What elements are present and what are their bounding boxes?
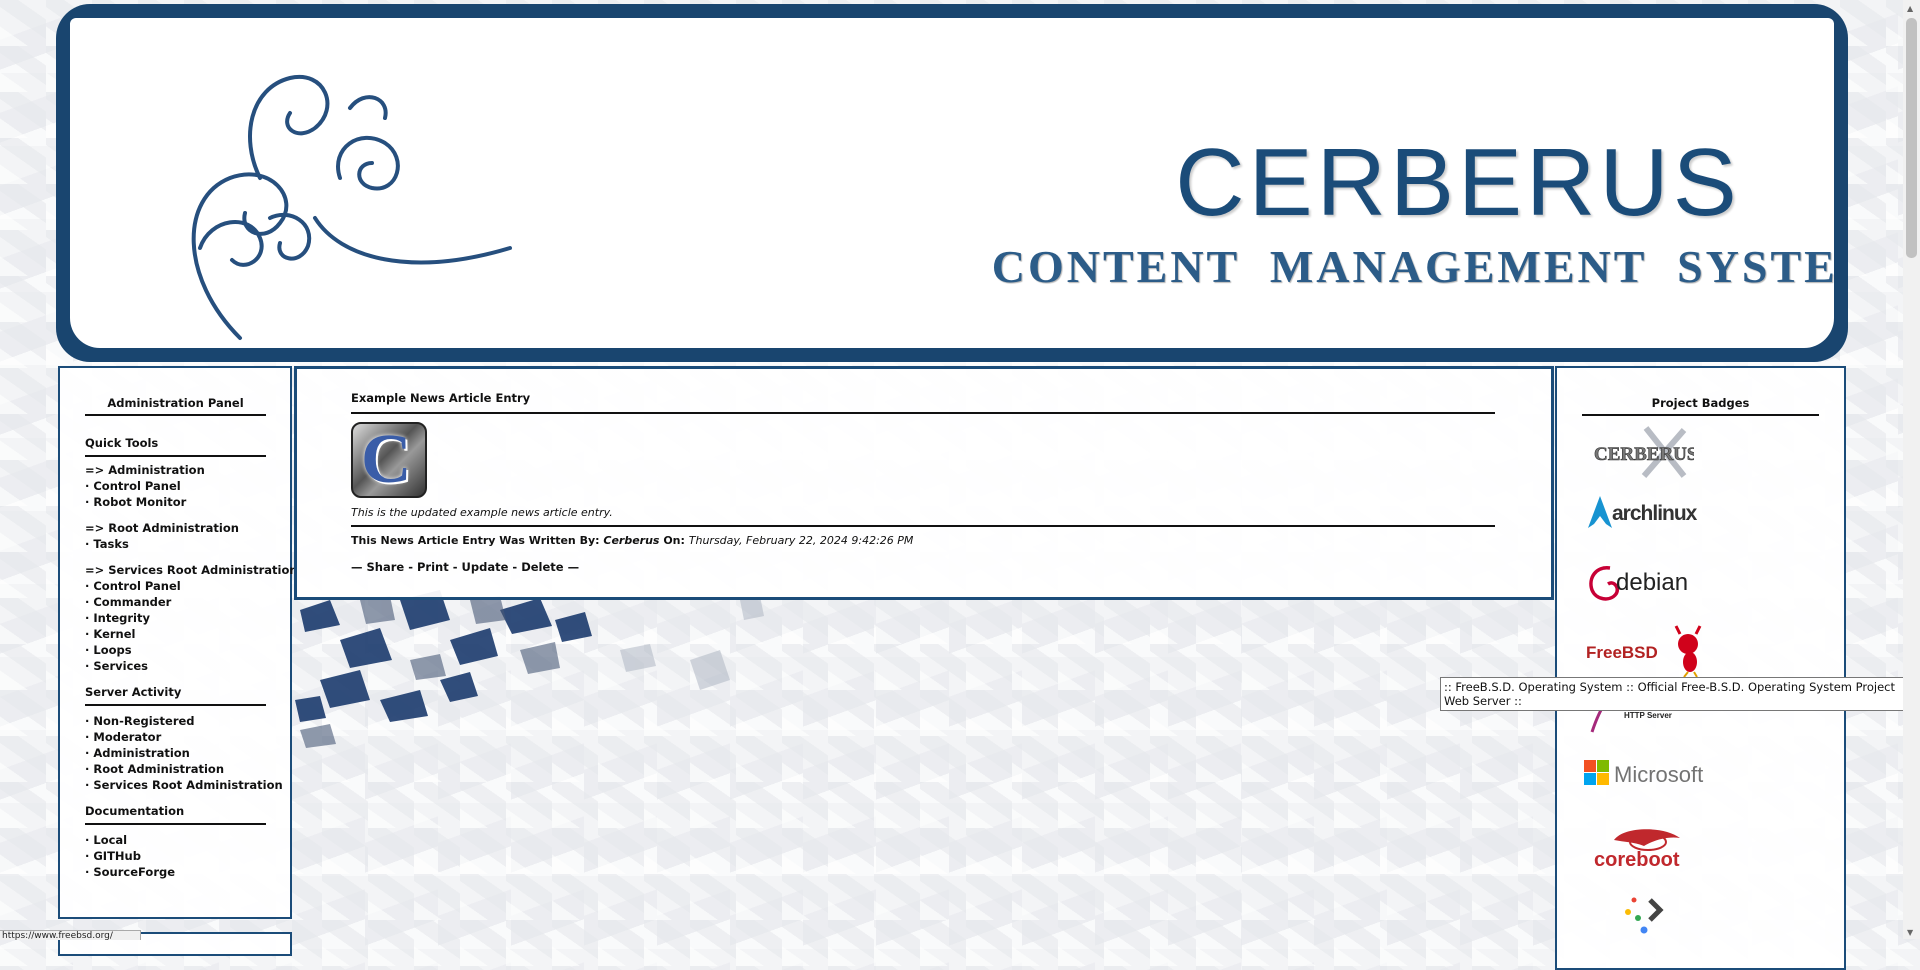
quick-tools-list: => Administration · Control Panel · Robo…: [85, 462, 298, 674]
project-badges-title: Project Badges: [1582, 396, 1819, 416]
server-activity-list: · Non-Registered · Moderator · Administr…: [85, 713, 290, 793]
scroll-up-icon[interactable]: ▲: [1907, 4, 1913, 13]
nav-link-local[interactable]: · Local: [85, 832, 290, 848]
coreboot-logo-icon: coreboot: [1594, 829, 1680, 871]
freebsd-logo-icon: FreeBSD: [1586, 625, 1702, 678]
article-date: Thursday, February 22, 2024 9:42:26 PM: [688, 534, 914, 547]
cerberus-badge-label: CERBERUS: [1594, 444, 1694, 465]
swirl-logo-icon: [191, 74, 512, 340]
microsoft-badge-label: Microsoft: [1614, 762, 1703, 787]
nav-link-github[interactable]: · GITHub: [85, 848, 290, 864]
archlinux-badge-label: archlinux: [1612, 502, 1698, 525]
nav-link-administration[interactable]: => Administration: [85, 462, 290, 478]
badge-coreboot[interactable]: coreboot: [1584, 820, 1714, 871]
sidebar-title: Administration Panel: [85, 396, 266, 416]
nav-link-loops[interactable]: · Loops: [85, 642, 290, 658]
freebsd-badge-label: FreeBSD: [1586, 643, 1658, 662]
badge-cerberus[interactable]: CERBERUS: [1584, 426, 1714, 478]
spacer: [85, 510, 290, 520]
badge-debian[interactable]: debian: [1584, 558, 1714, 608]
meta-on: On:: [663, 534, 685, 547]
badge-microsoft[interactable]: Microsoft: [1584, 752, 1714, 802]
article-actions: — Share - Print - Update - Delete —: [351, 560, 1495, 574]
badge-dots-arrow[interactable]: [1584, 888, 1714, 938]
nav-link-control-panel[interactable]: · Control Panel: [85, 478, 290, 494]
nav-link-services[interactable]: · Services: [85, 658, 290, 674]
nav-link-kernel[interactable]: · Kernel: [85, 626, 290, 642]
article-image: C: [351, 422, 427, 498]
site-banner: CERBERUS CONTENT MANAGEMENT SYSTEM: [56, 4, 1848, 362]
nav-link-activity-administration[interactable]: · Administration: [85, 745, 290, 761]
scroll-thumb[interactable]: [1906, 18, 1917, 258]
banner-title: CERBERUS: [1175, 129, 1741, 236]
spacer: [85, 552, 290, 562]
page-scrollbar[interactable]: ▲ ▼: [1903, 0, 1920, 939]
left-sidebar: Administration Panel Quick Tools => Admi…: [58, 366, 298, 919]
nav-link-root-administration[interactable]: => Root Administration: [85, 520, 290, 536]
share-link[interactable]: — Share -: [351, 560, 413, 574]
nav-link-sourceforge[interactable]: · SourceForge: [85, 864, 290, 880]
nav-link-tasks[interactable]: · Tasks: [85, 536, 290, 552]
nav-link-activity-root-administration[interactable]: · Root Administration: [85, 761, 290, 777]
cerberus-logo-icon: CERBERUS: [1594, 426, 1698, 478]
debian-logo-icon: debian: [1589, 566, 1688, 601]
article-title: Example News Article Entry: [351, 391, 1495, 414]
server-activity-heading: Server Activity: [85, 685, 266, 706]
apache-badge-label: HTTP Server: [1624, 711, 1672, 720]
article-body: This is the updated example news article…: [351, 506, 1495, 527]
cerberus-c-logo-icon: C: [361, 422, 412, 498]
documentation-list: · Local · GITHub · SourceForge: [85, 832, 290, 880]
right-sidebar: Project Badges CERBERUS archlinux debian…: [1555, 366, 1846, 970]
article-author[interactable]: Cerberus: [603, 534, 659, 547]
nav-link-services-control-panel[interactable]: · Control Panel: [85, 578, 290, 594]
nav-link-activity-services-root-administration[interactable]: · Services Root Administration: [85, 777, 290, 793]
nav-link-non-registered[interactable]: · Non-Registered: [85, 713, 290, 729]
badge-freebsd[interactable]: FreeBSD: [1584, 624, 1714, 678]
article-meta: This News Article Entry Was Written By: …: [351, 534, 1495, 547]
quick-tools-heading: Quick Tools: [85, 436, 266, 457]
scroll-down-icon[interactable]: ▼: [1907, 928, 1913, 937]
nav-link-services-root-administration[interactable]: => Services Root Administration: [85, 562, 298, 578]
nav-link-integrity[interactable]: · Integrity: [85, 610, 290, 626]
badge-tooltip: :: FreeB.S.D. Operating System :: Offici…: [1440, 677, 1920, 711]
coreboot-badge-label: coreboot: [1594, 849, 1680, 871]
update-link[interactable]: Update -: [462, 560, 518, 574]
print-link[interactable]: Print -: [417, 560, 458, 574]
main-content: Example News Article Entry C This is the…: [294, 366, 1554, 600]
archlinux-logo-icon: archlinux: [1588, 496, 1699, 528]
news-article: Example News Article Entry C This is the…: [351, 391, 1495, 574]
dots-arrow-logo-icon: [1625, 897, 1664, 934]
meta-prefix: This News Article Entry Was Written By:: [351, 534, 600, 547]
badge-archlinux[interactable]: archlinux: [1584, 492, 1714, 542]
banner-subtitle: CONTENT MANAGEMENT SYSTEM: [991, 241, 1834, 292]
nav-link-moderator[interactable]: · Moderator: [85, 729, 290, 745]
delete-link[interactable]: Delete —: [521, 560, 579, 574]
banner-inner: CERBERUS CONTENT MANAGEMENT SYSTEM: [70, 18, 1834, 348]
nav-link-commander[interactable]: · Commander: [85, 594, 290, 610]
microsoft-logo-icon: Microsoft: [1584, 760, 1703, 787]
nav-link-robot-monitor[interactable]: · Robot Monitor: [85, 494, 290, 510]
documentation-heading: Documentation: [85, 804, 266, 825]
debian-badge-label: debian: [1616, 569, 1688, 596]
